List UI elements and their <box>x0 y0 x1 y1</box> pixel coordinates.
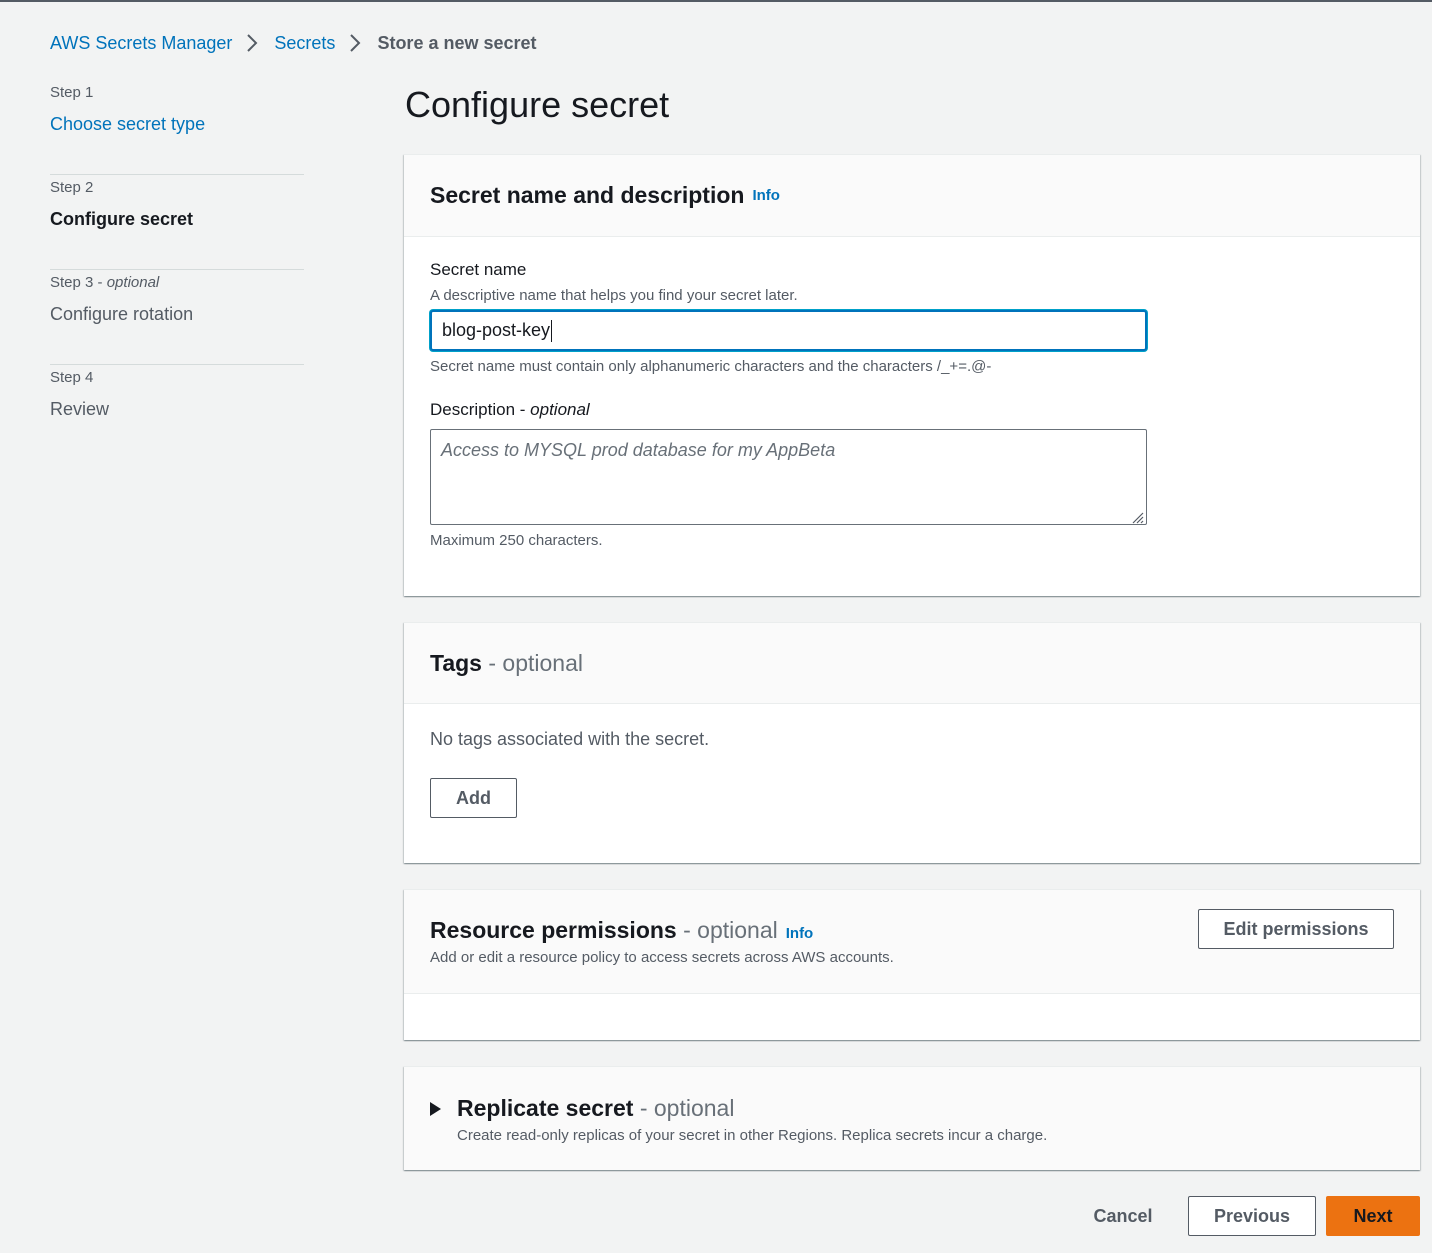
next-button[interactable]: Next <box>1326 1196 1420 1236</box>
wizard-steps: Step 1 Choose secret type Step 2 Configu… <box>50 80 304 460</box>
breadcrumb-secrets[interactable]: Secrets <box>274 33 335 54</box>
optional-text: - optional <box>683 917 778 943</box>
permissions-description: Add or edit a resource policy to access … <box>430 949 894 966</box>
step-1: Step 1 Choose secret type <box>50 80 304 175</box>
info-link[interactable]: Info <box>786 925 814 942</box>
step-number: Step 4 <box>50 369 94 386</box>
step-number-text: Step 3 <box>50 274 94 291</box>
panel-header: Resource permissions - optional Info Add … <box>404 890 1420 994</box>
panel-header: Tags - optional <box>404 623 1420 704</box>
tags-title-text: Tags <box>430 649 482 676</box>
step-optional-text: optional <box>106 274 160 291</box>
step-1-link[interactable]: Choose secret type <box>50 110 304 138</box>
panel-title: Secret name and description <box>430 182 745 208</box>
resource-permissions-panel: Resource permissions - optional Info Add … <box>404 889 1420 1040</box>
secret-name-constraint: Secret name must contain only alphanumer… <box>430 358 992 375</box>
step-number: Step 3 - optional <box>50 274 160 291</box>
step-3-title: Configure rotation <box>50 304 194 324</box>
previous-button[interactable]: Previous <box>1188 1196 1316 1236</box>
breadcrumb: AWS Secrets Manager Secrets Store a new … <box>50 30 537 56</box>
chevron-right-icon <box>349 34 363 52</box>
secret-name-input[interactable]: blog-post-key <box>430 310 1147 351</box>
step-number: Step 1 <box>50 84 94 101</box>
secret-name-value: blog-post-key <box>442 320 551 340</box>
caret-right-icon <box>430 1101 441 1116</box>
secret-name-label: Secret name <box>430 260 527 279</box>
replicate-title-text: Replicate secret <box>457 1095 634 1121</box>
breadcrumb-secrets-manager[interactable]: AWS Secrets Manager <box>50 33 232 54</box>
step-number: Step 2 <box>50 179 94 196</box>
step-4-title: Review <box>50 399 110 419</box>
step-3: Step 3 - optional Configure rotation <box>50 270 304 365</box>
cancel-button[interactable]: Cancel <box>1076 1196 1170 1236</box>
step-2-current: Configure secret <box>50 209 194 229</box>
text-caret <box>551 319 553 342</box>
replicate-expand-toggle[interactable]: Replicate secret - optional <box>430 1095 734 1122</box>
secret-name-description: A descriptive name that helps you find y… <box>430 287 798 304</box>
page-title: Configure secret <box>405 84 670 125</box>
permissions-title-text: Resource permissions <box>430 917 677 943</box>
description-label-text: Description <box>430 400 516 419</box>
info-link[interactable]: Info <box>752 187 780 204</box>
description-textarea[interactable]: Access to MYSQL prod database for my App… <box>430 429 1147 525</box>
tags-panel: Tags - optional No tags associated with … <box>404 622 1420 863</box>
step-2: Step 2 Configure secret <box>50 175 304 270</box>
no-tags-message: No tags associated with the secret. <box>430 729 710 749</box>
description-label: Description - optional <box>430 400 590 419</box>
secret-name-panel: Secret name and description Info Secret … <box>404 154 1420 596</box>
add-tag-button[interactable]: Add <box>430 778 517 818</box>
panel-title: Resource permissions - optional Info <box>430 917 813 944</box>
description-constraint: Maximum 250 characters. <box>430 532 603 549</box>
chevron-right-icon <box>246 34 260 52</box>
replicate-description: Create read-only replicas of your secret… <box>457 1127 1048 1144</box>
description-optional-text: optional <box>530 400 590 419</box>
edit-permissions-button[interactable]: Edit permissions <box>1198 909 1394 949</box>
panel-header: Secret name and description Info <box>404 155 1420 237</box>
replicate-secret-panel: Replicate secret - optional Create read-… <box>404 1066 1420 1170</box>
resize-handle-icon[interactable] <box>1130 508 1144 524</box>
optional-text: - optional <box>639 1095 735 1121</box>
panel-title: Tags - optional <box>430 650 583 677</box>
breadcrumb-current: Store a new secret <box>377 32 537 53</box>
step-4: Step 4 Review <box>50 365 304 460</box>
panel-title: Replicate secret - optional <box>457 1095 734 1122</box>
optional-text: - optional <box>488 649 583 676</box>
description-placeholder: Access to MYSQL prod database for my App… <box>441 440 836 460</box>
